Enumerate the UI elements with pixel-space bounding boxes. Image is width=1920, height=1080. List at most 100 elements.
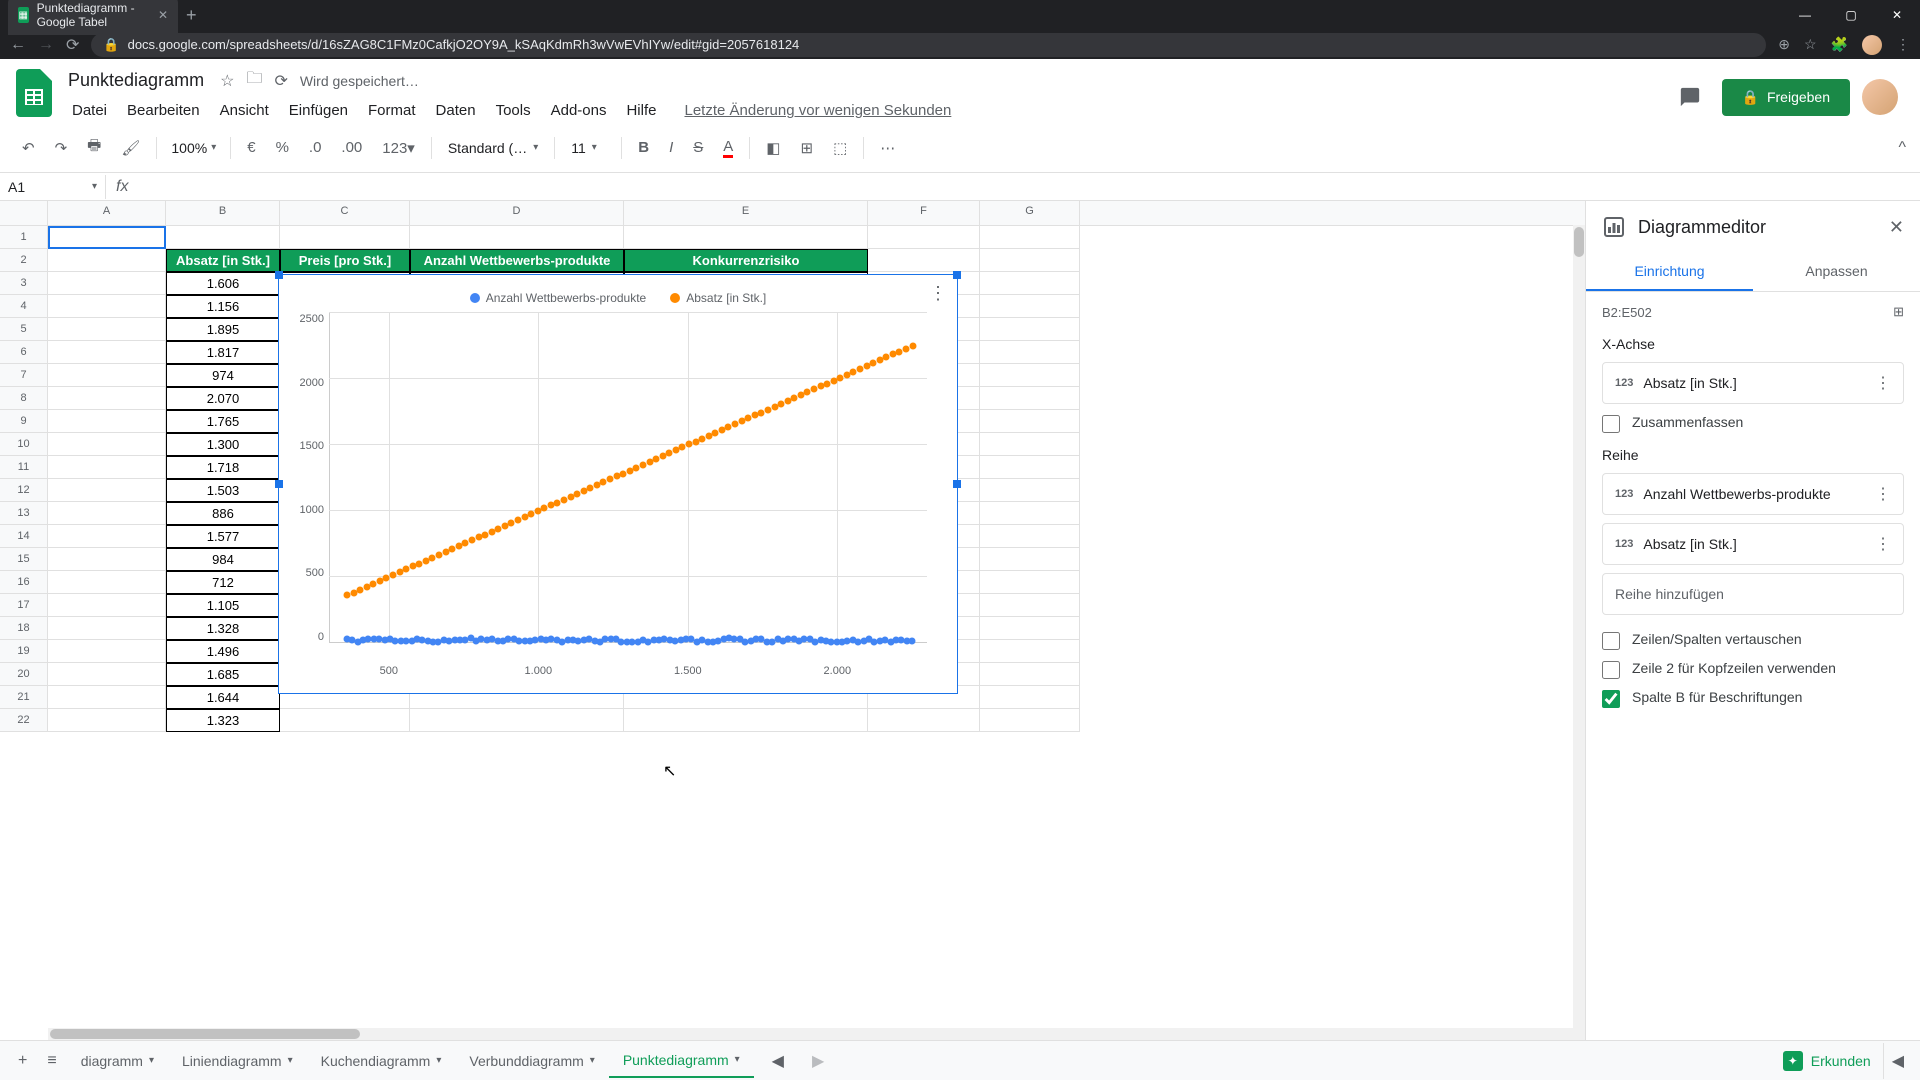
row-header[interactable]: 22: [0, 709, 48, 732]
row-header[interactable]: 7: [0, 364, 48, 387]
cell[interactable]: [48, 548, 166, 571]
row-header[interactable]: 5: [0, 318, 48, 341]
select-all-corner[interactable]: [0, 201, 48, 225]
colb-labels-checkbox[interactable]: Spalte B für Beschriftungen: [1602, 689, 1904, 708]
cell[interactable]: [624, 226, 868, 249]
cell[interactable]: [166, 226, 280, 249]
cell[interactable]: [980, 410, 1080, 433]
cell[interactable]: [980, 318, 1080, 341]
close-sidebar-button[interactable]: ✕: [1889, 217, 1904, 238]
cell[interactable]: 1.685: [166, 663, 280, 686]
cell[interactable]: [410, 226, 624, 249]
cell[interactable]: [48, 594, 166, 617]
row-header[interactable]: 9: [0, 410, 48, 433]
row-header[interactable]: 17: [0, 594, 48, 617]
resize-handle[interactable]: [953, 271, 961, 279]
format-select[interactable]: 123▾: [374, 133, 423, 163]
row-header[interactable]: 16: [0, 571, 48, 594]
text-color-button[interactable]: A: [715, 132, 741, 164]
field-menu-icon[interactable]: ⋮: [1875, 484, 1891, 504]
browser-tab[interactable]: ▦ Punktediagramm - Google Tabel ✕: [8, 0, 178, 35]
column-header[interactable]: G: [980, 201, 1080, 225]
browser-menu-icon[interactable]: ⋮: [1896, 36, 1910, 53]
row2-headers-checkbox[interactable]: Zeile 2 für Kopfzeilen verwenden: [1602, 660, 1904, 679]
x-axis-field[interactable]: 123 Absatz [in Stk.] ⋮: [1602, 362, 1904, 404]
cell[interactable]: [980, 663, 1080, 686]
cell[interactable]: [980, 548, 1080, 571]
cell[interactable]: [980, 479, 1080, 502]
cell[interactable]: 1.105: [166, 594, 280, 617]
share-button[interactable]: 🔒 Freigeben: [1722, 79, 1850, 116]
menu-format[interactable]: Format: [360, 98, 424, 123]
strikethrough-button[interactable]: S: [685, 133, 711, 162]
cell[interactable]: [868, 249, 980, 272]
cell[interactable]: [980, 249, 1080, 272]
menu-help[interactable]: Hilfe: [618, 98, 664, 123]
row-header[interactable]: 6: [0, 341, 48, 364]
decrease-decimal-button[interactable]: .0: [301, 133, 330, 162]
back-button[interactable]: ←: [10, 36, 26, 54]
window-maximize[interactable]: ▢: [1828, 0, 1874, 30]
column-header[interactable]: D: [410, 201, 624, 225]
cell[interactable]: [48, 341, 166, 364]
undo-button[interactable]: ↶: [14, 133, 43, 163]
cell[interactable]: [980, 295, 1080, 318]
italic-button[interactable]: I: [661, 133, 681, 162]
url-input[interactable]: 🔒 docs.google.com/spreadsheets/d/16sZAG8…: [91, 33, 1766, 57]
column-header[interactable]: C: [280, 201, 410, 225]
cell[interactable]: 984: [166, 548, 280, 571]
profile-avatar-icon[interactable]: [1862, 35, 1882, 55]
cell[interactable]: [280, 709, 410, 732]
swap-checkbox[interactable]: Zeilen/Spalten vertauschen: [1602, 631, 1904, 650]
sheet-tab[interactable]: Liniendiagramm ▾: [168, 1044, 307, 1078]
new-tab-button[interactable]: +: [186, 5, 197, 26]
font-select[interactable]: Standard (…▾: [440, 136, 546, 160]
cell[interactable]: [624, 709, 868, 732]
row-header[interactable]: 3: [0, 272, 48, 295]
document-title[interactable]: Punktediagramm: [64, 68, 208, 93]
row-header[interactable]: 11: [0, 456, 48, 479]
cell[interactable]: 1.300: [166, 433, 280, 456]
sheet-tab[interactable]: Punktediagramm ▾: [609, 1044, 754, 1078]
font-size-select[interactable]: 11▾: [563, 136, 613, 160]
cell[interactable]: [48, 479, 166, 502]
percent-button[interactable]: %: [268, 133, 297, 162]
menu-addons[interactable]: Add-ons: [543, 98, 615, 123]
cell[interactable]: [980, 456, 1080, 479]
cell[interactable]: [48, 525, 166, 548]
menu-edit[interactable]: Bearbeiten: [119, 98, 208, 123]
reload-button[interactable]: ⟳: [66, 35, 79, 55]
cell[interactable]: 1.718: [166, 456, 280, 479]
cell[interactable]: 886: [166, 502, 280, 525]
window-minimize[interactable]: —: [1782, 0, 1828, 30]
cell[interactable]: [48, 640, 166, 663]
tab-customize[interactable]: Anpassen: [1753, 253, 1920, 291]
horizontal-scrollbar[interactable]: [48, 1028, 1573, 1040]
row-header[interactable]: 21: [0, 686, 48, 709]
cell[interactable]: 1.156: [166, 295, 280, 318]
cell[interactable]: [280, 226, 410, 249]
borders-button[interactable]: ⊞: [792, 133, 821, 163]
cell[interactable]: [48, 226, 166, 249]
row-header[interactable]: 14: [0, 525, 48, 548]
increase-decimal-button[interactable]: .00: [333, 133, 370, 162]
cell[interactable]: 974: [166, 364, 280, 387]
cell[interactable]: 1.328: [166, 617, 280, 640]
cell[interactable]: Absatz [in Stk.]: [166, 249, 280, 272]
cell[interactable]: [48, 249, 166, 272]
cell[interactable]: Preis [pro Stk.]: [280, 249, 410, 272]
row-header[interactable]: 18: [0, 617, 48, 640]
cell[interactable]: [48, 502, 166, 525]
zoom-select[interactable]: 100%▾: [165, 136, 222, 160]
cell[interactable]: 1.503: [166, 479, 280, 502]
summarize-checkbox[interactable]: Zusammenfassen: [1602, 414, 1904, 433]
cell[interactable]: Konkurrenzrisiko: [624, 249, 868, 272]
sheet-tab[interactable]: Verbunddiagramm ▾: [455, 1044, 608, 1078]
menu-insert[interactable]: Einfügen: [281, 98, 356, 123]
cell[interactable]: [48, 318, 166, 341]
extensions-icon[interactable]: 🧩: [1831, 36, 1848, 53]
cell[interactable]: [980, 387, 1080, 410]
cell[interactable]: 1.606: [166, 272, 280, 295]
cell[interactable]: 712: [166, 571, 280, 594]
paint-format-button[interactable]: 🖌: [113, 133, 148, 163]
